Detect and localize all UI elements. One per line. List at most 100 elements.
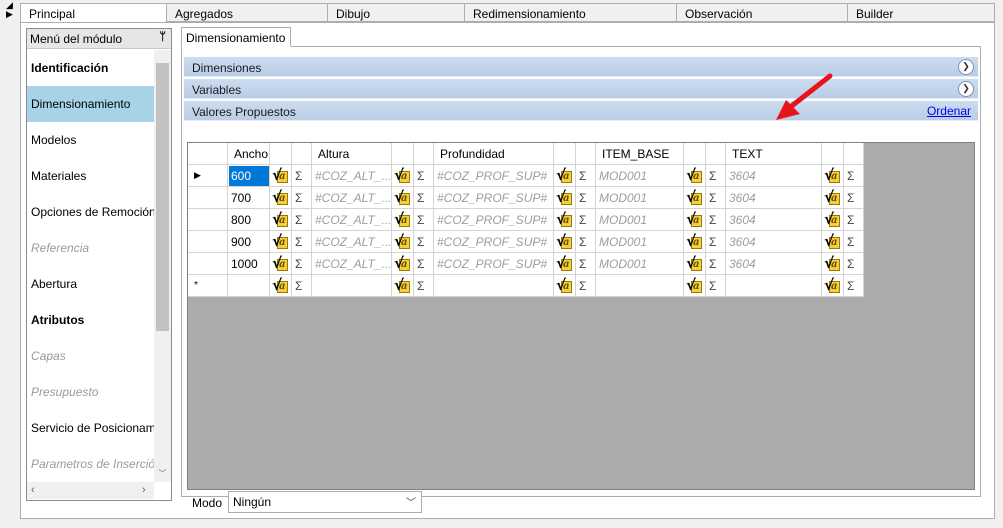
sum-icon[interactable]: Σ bbox=[292, 209, 312, 231]
sum-icon[interactable]: Σ bbox=[576, 165, 596, 187]
ancho-cell[interactable]: 1000 bbox=[228, 253, 270, 275]
pin-icon[interactable]: ᛘ bbox=[159, 31, 166, 43]
sum-icon[interactable]: Σ bbox=[292, 165, 312, 187]
tab-dimensionamiento[interactable]: Dimensionamiento bbox=[181, 27, 292, 47]
formula-icon[interactable]: √ a bbox=[686, 189, 703, 206]
tab-dibujo[interactable]: Dibujo bbox=[328, 3, 465, 22]
formula-icon[interactable]: √ a bbox=[686, 255, 703, 272]
sum-icon[interactable]: Σ bbox=[576, 231, 596, 253]
expand-right-icon[interactable]: ▶ bbox=[6, 9, 13, 19]
formula-icon[interactable]: √ a bbox=[556, 277, 573, 294]
sum-icon[interactable]: Σ bbox=[414, 253, 434, 275]
formula-icon[interactable]: √ a bbox=[686, 233, 703, 250]
sum-icon[interactable]: Σ bbox=[292, 231, 312, 253]
formula-cell[interactable]: √ a bbox=[684, 187, 706, 209]
formula-icon[interactable]: √ a bbox=[686, 211, 703, 228]
text-cell[interactable]: 3604 bbox=[726, 253, 822, 275]
formula-icon[interactable]: √ a bbox=[272, 189, 289, 206]
sum-icon[interactable]: Σ bbox=[706, 187, 726, 209]
row-header[interactable] bbox=[188, 187, 228, 209]
scroll-left-icon[interactable]: ‹ bbox=[31, 484, 35, 496]
formula-cell[interactable]: √ a bbox=[392, 209, 414, 231]
formula-cell[interactable]: √ a bbox=[392, 275, 414, 297]
sum-icon[interactable]: Σ bbox=[844, 253, 864, 275]
prof-cell[interactable]: #COZ_PROF_SUP# bbox=[434, 187, 554, 209]
altura-cell[interactable]: #COZ_ALT_... bbox=[312, 209, 392, 231]
new-row[interactable]: * √ a Σ √ a Σ √ a Σ √ a Σ √ a Σ bbox=[188, 275, 864, 297]
prof-cell[interactable]: #COZ_PROF_SUP# bbox=[434, 253, 554, 275]
ancho-cell[interactable]: 600 bbox=[228, 165, 270, 187]
formula-cell[interactable]: √ a bbox=[554, 187, 576, 209]
column-header[interactable]: ITEM_BASE bbox=[596, 143, 684, 165]
formula-icon[interactable]: √ a bbox=[824, 167, 841, 184]
empty-cell[interactable] bbox=[312, 275, 392, 297]
sidebar-item[interactable]: Opciones de Remoción bbox=[27, 194, 154, 230]
altura-cell[interactable]: #COZ_ALT_... bbox=[312, 165, 392, 187]
sum-icon[interactable]: Σ bbox=[414, 187, 434, 209]
formula-icon[interactable]: √ a bbox=[556, 233, 573, 250]
sum-icon[interactable]: Σ bbox=[706, 165, 726, 187]
ordenar-link[interactable]: Ordenar bbox=[927, 104, 971, 118]
item-cell[interactable]: MOD001 bbox=[596, 231, 684, 253]
sum-icon[interactable]: Σ bbox=[414, 275, 434, 297]
sidebar-item[interactable]: Modelos bbox=[27, 122, 154, 158]
formula-icon[interactable]: √ a bbox=[394, 167, 411, 184]
formula-cell[interactable]: √ a bbox=[270, 253, 292, 275]
formula-cell[interactable]: √ a bbox=[822, 187, 844, 209]
sidebar-item[interactable]: Servicio de Posicionamie bbox=[27, 410, 154, 446]
section-variables[interactable]: Variables ❯ bbox=[184, 79, 978, 99]
formula-cell[interactable]: √ a bbox=[270, 165, 292, 187]
table-row[interactable]: ▶ 600 √ a Σ #COZ_ALT_... √ a Σ #COZ_PROF_SUP# √ a Σ M… bbox=[188, 165, 864, 187]
sum-icon[interactable]: Σ bbox=[844, 231, 864, 253]
formula-cell[interactable]: √ a bbox=[554, 231, 576, 253]
formula-icon[interactable]: √ a bbox=[824, 277, 841, 294]
table-row[interactable]: 1000 √ a Σ #COZ_ALT_... √ a Σ #COZ_PROF_SUP# √ a Σ M… bbox=[188, 253, 864, 275]
altura-cell[interactable]: #COZ_ALT_... bbox=[312, 187, 392, 209]
empty-cell[interactable] bbox=[596, 275, 684, 297]
expand-icon[interactable]: ❯ bbox=[958, 81, 974, 97]
ancho-cell[interactable]: 700 bbox=[228, 187, 270, 209]
formula-icon[interactable]: √ a bbox=[272, 167, 289, 184]
row-header[interactable] bbox=[188, 209, 228, 231]
row-header[interactable]: * bbox=[188, 275, 228, 297]
sidebar-item[interactable]: Identificación bbox=[27, 50, 154, 86]
text-cell[interactable]: 3604 bbox=[726, 187, 822, 209]
formula-icon[interactable]: √ a bbox=[272, 255, 289, 272]
formula-icon[interactable]: √ a bbox=[556, 255, 573, 272]
column-header[interactable]: TEXT bbox=[726, 143, 822, 165]
column-header[interactable]: Ancho bbox=[228, 143, 270, 165]
sum-icon[interactable]: Σ bbox=[706, 231, 726, 253]
formula-icon[interactable]: √ a bbox=[556, 189, 573, 206]
formula-cell[interactable]: √ a bbox=[822, 231, 844, 253]
formula-cell[interactable]: √ a bbox=[270, 275, 292, 297]
ancho-cell[interactable]: 800 bbox=[228, 209, 270, 231]
scroll-thumb[interactable] bbox=[156, 63, 169, 331]
item-cell[interactable]: MOD001 bbox=[596, 187, 684, 209]
prof-cell[interactable]: #COZ_PROF_SUP# bbox=[434, 209, 554, 231]
sidebar-item[interactable]: Dimensionamiento bbox=[27, 86, 154, 122]
formula-icon[interactable]: √ a bbox=[394, 211, 411, 228]
formula-cell[interactable]: √ a bbox=[392, 231, 414, 253]
formula-icon[interactable]: √ a bbox=[272, 277, 289, 294]
formula-icon[interactable]: √ a bbox=[394, 233, 411, 250]
row-header[interactable]: ▶ bbox=[188, 165, 228, 187]
tab-observacion[interactable]: Observación bbox=[677, 3, 848, 22]
text-cell[interactable]: 3604 bbox=[726, 165, 822, 187]
module-menu-vscrollbar[interactable]: ﹀ bbox=[154, 50, 171, 482]
formula-icon[interactable]: √ a bbox=[824, 255, 841, 272]
formula-cell[interactable]: √ a bbox=[684, 253, 706, 275]
formula-cell[interactable]: √ a bbox=[684, 209, 706, 231]
prof-cell[interactable]: #COZ_PROF_SUP# bbox=[434, 231, 554, 253]
formula-icon[interactable]: √ a bbox=[824, 189, 841, 206]
formula-cell[interactable]: √ a bbox=[554, 165, 576, 187]
formula-cell[interactable]: √ a bbox=[822, 209, 844, 231]
altura-cell[interactable]: #COZ_ALT_... bbox=[312, 231, 392, 253]
formula-icon[interactable]: √ a bbox=[394, 255, 411, 272]
formula-cell[interactable]: √ a bbox=[554, 275, 576, 297]
tab-redimensionamiento[interactable]: Redimensionamiento bbox=[465, 3, 677, 22]
sum-icon[interactable]: Σ bbox=[844, 275, 864, 297]
modo-select[interactable]: Ningún ﹀ bbox=[228, 491, 422, 513]
table-row[interactable]: 800 √ a Σ #COZ_ALT_... √ a Σ #COZ_PROF_SUP# √ a Σ MO… bbox=[188, 209, 864, 231]
section-dimensiones[interactable]: Dimensiones ❯ bbox=[184, 57, 978, 77]
sum-icon[interactable]: Σ bbox=[576, 253, 596, 275]
